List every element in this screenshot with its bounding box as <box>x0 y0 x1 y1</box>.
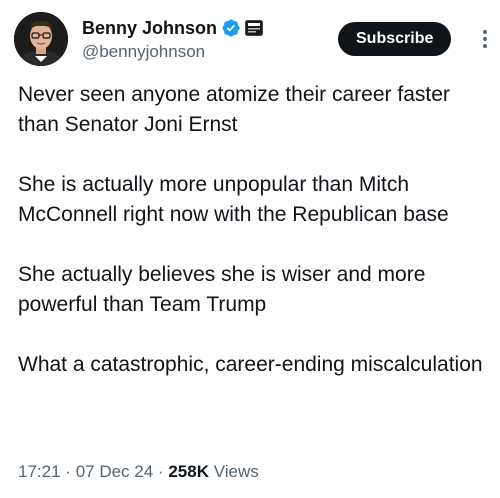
meta-separator: · <box>65 462 71 481</box>
affiliate-badge-icon[interactable] <box>245 20 264 36</box>
tweet-paragraph: What a catastrophic, career-ending misca… <box>18 353 483 376</box>
verified-badge-icon <box>221 18 241 38</box>
meta-separator: · <box>157 462 164 481</box>
tweet-date[interactable]: 07 Dec 24 <box>76 462 154 481</box>
more-options-icon[interactable] <box>472 26 498 52</box>
tweet-paragraph: She actually believes she is wiser and m… <box>18 263 426 316</box>
tweet-paragraph: Never seen anyone atomize their career f… <box>18 83 450 136</box>
tweet-text: Never seen anyone atomize their career f… <box>18 80 492 410</box>
author-name-row: Benny Johnson <box>82 16 264 40</box>
tweet-header: Benny Johnson @bennyjohnson Subscribe <box>14 10 487 68</box>
author-display-name[interactable]: Benny Johnson <box>82 18 217 39</box>
author-info: Benny Johnson @bennyjohnson <box>82 16 264 62</box>
views-count[interactable]: 258K <box>168 462 209 481</box>
tweet-paragraph: She is actually more unpopular than Mitc… <box>18 173 449 226</box>
tweet-meta: 17:21 · 07 Dec 24 · 258K Views <box>18 462 259 482</box>
author-handle[interactable]: @bennyjohnson <box>82 42 263 62</box>
tweet-card: Benny Johnson @bennyjohnson Subscribe Ne… <box>0 0 500 498</box>
views-label: Views <box>213 462 259 481</box>
tweet-time[interactable]: 17:21 <box>18 462 61 481</box>
subscribe-button[interactable]: Subscribe <box>338 22 452 56</box>
avatar[interactable] <box>14 12 68 66</box>
